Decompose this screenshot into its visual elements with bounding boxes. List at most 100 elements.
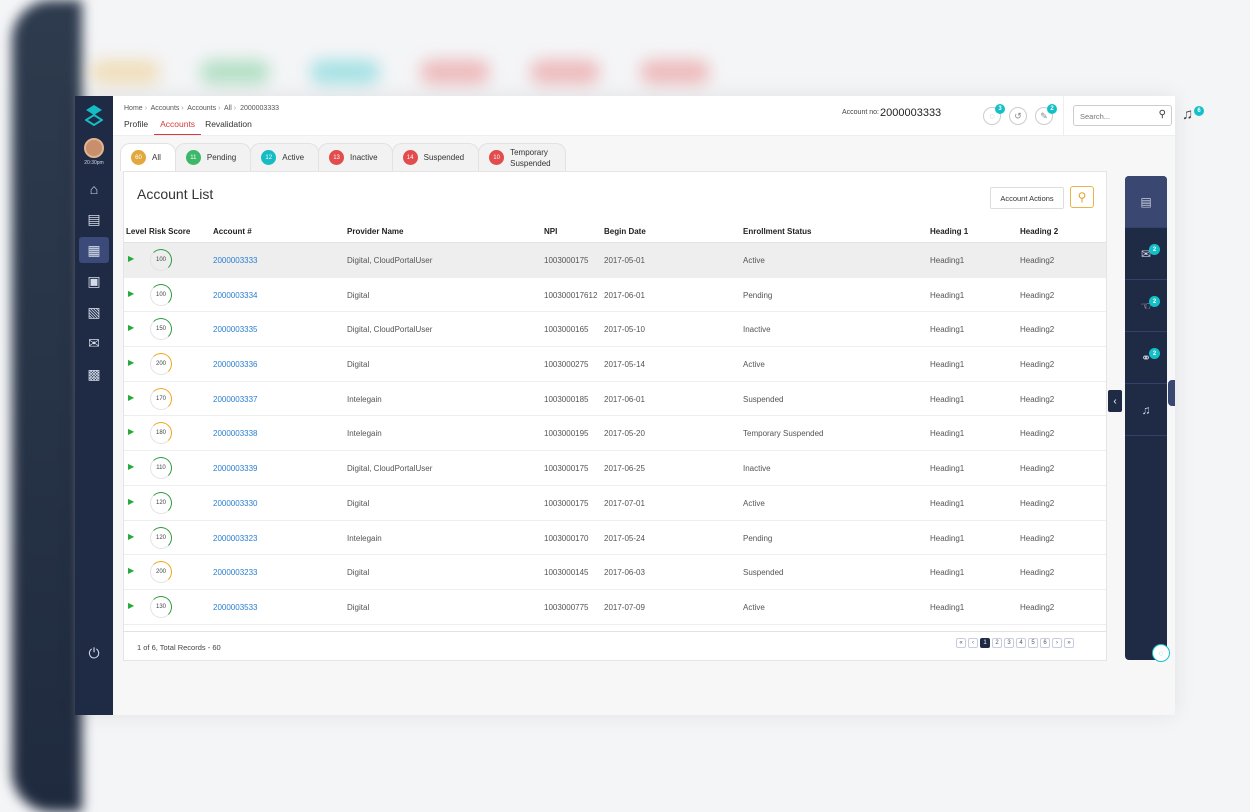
tab-temporary-suspended[interactable]: 10 Temporary Suspended bbox=[478, 143, 566, 171]
table-row[interactable]: ▶ 120 2000003323 Intelegain 1003000170 2017-0… bbox=[124, 521, 1106, 556]
rp-mail[interactable]: ✉ bbox=[1125, 228, 1167, 280]
cell-account[interactable]: 2000003337 bbox=[213, 395, 258, 404]
account-actions-button[interactable]: Account Actions bbox=[990, 187, 1064, 209]
report-icon[interactable]: ▩ bbox=[75, 361, 113, 387]
table-row[interactable]: ▶ 130 2000003533 Digital 1003000775 2017-07-0… bbox=[124, 590, 1106, 625]
tab-suspended[interactable]: 14 Suspended bbox=[391, 143, 480, 171]
col-heading-1[interactable]: Heading 1 bbox=[930, 227, 968, 236]
table-row[interactable]: ▶ 110 2000003339 Digital, CloudPortalUser 10… bbox=[124, 451, 1106, 486]
table-body: ▶ 100 2000003333 Digital, CloudPortalUser 10… bbox=[124, 243, 1106, 625]
table-row[interactable]: ▶ 200 2000003233 Digital 1003000145 2017-06-0… bbox=[124, 555, 1106, 590]
cell-status: Suspended bbox=[743, 568, 784, 578]
col-level[interactable]: Level bbox=[126, 227, 146, 236]
left-sidebar: 20:30pm ⌂ ▤ ▦ ▣ ▧ ✉ ▩ ⏻ bbox=[75, 96, 113, 715]
table-row[interactable]: ▶ 120 2000003330 Digital 1003000175 2017-07-0… bbox=[124, 486, 1106, 521]
table-row[interactable]: ▶ 100 2000003334 Digital 100300017612 2017-06… bbox=[124, 278, 1106, 313]
cell-heading-2: Heading2 bbox=[1020, 533, 1055, 543]
cell-account[interactable]: 2000003323 bbox=[213, 534, 258, 543]
page-button[interactable]: « bbox=[956, 638, 966, 648]
page-button[interactable]: 6 bbox=[1040, 638, 1050, 648]
col-provider-name[interactable]: Provider Name bbox=[347, 227, 403, 236]
cell-account[interactable]: 2000003338 bbox=[213, 429, 258, 438]
rp-clipboard[interactable]: ▤ bbox=[1125, 176, 1167, 228]
col-account[interactable]: Account # bbox=[213, 227, 252, 236]
breadcrumb-accounts-2[interactable]: Accounts bbox=[187, 105, 216, 112]
expand-row-icon[interactable]: ▶ bbox=[128, 462, 134, 471]
home-icon[interactable]: ⌂ bbox=[75, 176, 113, 202]
search-input[interactable] bbox=[1074, 107, 1152, 126]
subnav-accounts[interactable]: Accounts bbox=[154, 119, 202, 135]
table-row[interactable]: ▶ 200 2000003336 Digital 1003000275 2017-05-1… bbox=[124, 347, 1106, 382]
breadcrumb-all[interactable]: All bbox=[224, 105, 232, 112]
page-button[interactable]: » bbox=[1064, 638, 1074, 648]
tab-inactive[interactable]: 13 Inactive bbox=[318, 143, 393, 171]
subnav-profile[interactable]: Profile bbox=[124, 119, 154, 135]
documents-icon[interactable]: ▧ bbox=[75, 299, 113, 325]
expand-row-icon[interactable]: ▶ bbox=[128, 532, 134, 541]
breadcrumb-home[interactable]: Home bbox=[124, 105, 143, 112]
collapse-panel-button[interactable]: ‹ bbox=[1108, 390, 1122, 412]
page-button[interactable]: 5 bbox=[1028, 638, 1038, 648]
rp-hand[interactable]: ☜ bbox=[1125, 280, 1167, 332]
page-button[interactable]: 1 bbox=[980, 638, 990, 648]
expand-row-icon[interactable]: ▶ bbox=[128, 601, 134, 610]
cell-account[interactable]: 2000003335 bbox=[213, 325, 258, 334]
cell-status: Active bbox=[743, 256, 765, 265]
col-risk-score[interactable]: Risk Score bbox=[149, 227, 190, 236]
logo-icon[interactable] bbox=[85, 104, 103, 126]
cell-account[interactable]: 2000003330 bbox=[213, 499, 258, 508]
cell-provider: Digital bbox=[347, 568, 370, 578]
cell-account[interactable]: 2000003533 bbox=[213, 603, 258, 612]
cell-status: Suspended bbox=[743, 394, 784, 404]
expand-row-icon[interactable]: ▶ bbox=[128, 566, 134, 575]
rp-attachment[interactable]: ⚭ bbox=[1125, 332, 1167, 384]
page-button[interactable]: › bbox=[1052, 638, 1062, 648]
page-button[interactable]: 4 bbox=[1016, 638, 1026, 648]
accounts-icon[interactable]: ▦ bbox=[79, 237, 109, 263]
find-button[interactable]: ⚲ bbox=[1070, 186, 1094, 208]
expand-row-icon[interactable]: ▶ bbox=[128, 289, 134, 298]
history-button[interactable]: ↺ bbox=[1009, 107, 1027, 125]
table-row[interactable]: ▶ 100 2000003333 Digital, CloudPortalUser 10… bbox=[124, 243, 1106, 278]
expand-row-icon[interactable]: ▶ bbox=[128, 427, 134, 436]
clipboard-icon[interactable]: ▤ bbox=[75, 206, 113, 232]
tab-all[interactable]: 60 All bbox=[120, 143, 176, 171]
cell-account[interactable]: 2000003333 bbox=[213, 256, 258, 265]
cell-account[interactable]: 2000003336 bbox=[213, 360, 258, 369]
table-row[interactable]: ▶ 150 2000003335 Digital, CloudPortalUser 10… bbox=[124, 312, 1106, 348]
cell-account[interactable]: 2000003233 bbox=[213, 568, 258, 577]
page-button[interactable]: ‹ bbox=[968, 638, 978, 648]
expand-row-icon[interactable]: ▶ bbox=[128, 358, 134, 367]
expand-row-icon[interactable]: ▶ bbox=[128, 323, 134, 332]
checklist-icon[interactable]: ▣ bbox=[75, 268, 113, 294]
tab-active[interactable]: 12 Active bbox=[250, 143, 320, 171]
risk-score-gauge: 200 bbox=[150, 561, 172, 584]
table-row[interactable]: ▶ 180 2000003338 Intelegain 1003000195 2017-0… bbox=[124, 416, 1106, 452]
col-heading-2[interactable]: Heading 2 bbox=[1020, 227, 1058, 236]
col-enrollment-status[interactable]: Enrollment Status bbox=[743, 227, 811, 236]
account-no-label: Account no: bbox=[842, 109, 879, 116]
tab-pending[interactable]: 11 Pending bbox=[174, 143, 252, 171]
records-summary: 1 of 6, Total Records - 60 bbox=[137, 643, 221, 652]
cell-begin-date: 2017-05-14 bbox=[604, 360, 645, 370]
cell-account[interactable]: 2000003339 bbox=[213, 464, 258, 473]
search-icon[interactable]: ⚲ bbox=[1159, 109, 1166, 120]
col-npi[interactable]: NPI bbox=[544, 227, 557, 236]
bell-icon[interactable]: ♫ bbox=[1182, 106, 1193, 123]
expand-row-icon[interactable]: ▶ bbox=[128, 254, 134, 263]
cell-account[interactable]: 2000003334 bbox=[213, 291, 258, 300]
table-row[interactable]: ▶ 170 2000003337 Intelegain 1003000185 2017-0… bbox=[124, 382, 1106, 417]
col-begin-date[interactable]: Begin Date bbox=[604, 227, 646, 236]
panel-handle[interactable] bbox=[1168, 380, 1175, 406]
power-icon[interactable]: ⏻ bbox=[75, 640, 113, 666]
subnav-revalidation[interactable]: Revalidation bbox=[205, 119, 258, 135]
expand-row-icon[interactable]: ▶ bbox=[128, 497, 134, 506]
breadcrumb-accounts[interactable]: Accounts bbox=[151, 105, 180, 112]
chat-button[interactable]: ◌ bbox=[1152, 644, 1170, 662]
page-button[interactable]: 2 bbox=[992, 638, 1002, 648]
rp-notifications[interactable]: ♫ bbox=[1125, 384, 1167, 436]
page-button[interactable]: 3 bbox=[1004, 638, 1014, 648]
mail-icon[interactable]: ✉ bbox=[75, 330, 113, 356]
expand-row-icon[interactable]: ▶ bbox=[128, 393, 134, 402]
user-avatar[interactable] bbox=[84, 138, 104, 158]
